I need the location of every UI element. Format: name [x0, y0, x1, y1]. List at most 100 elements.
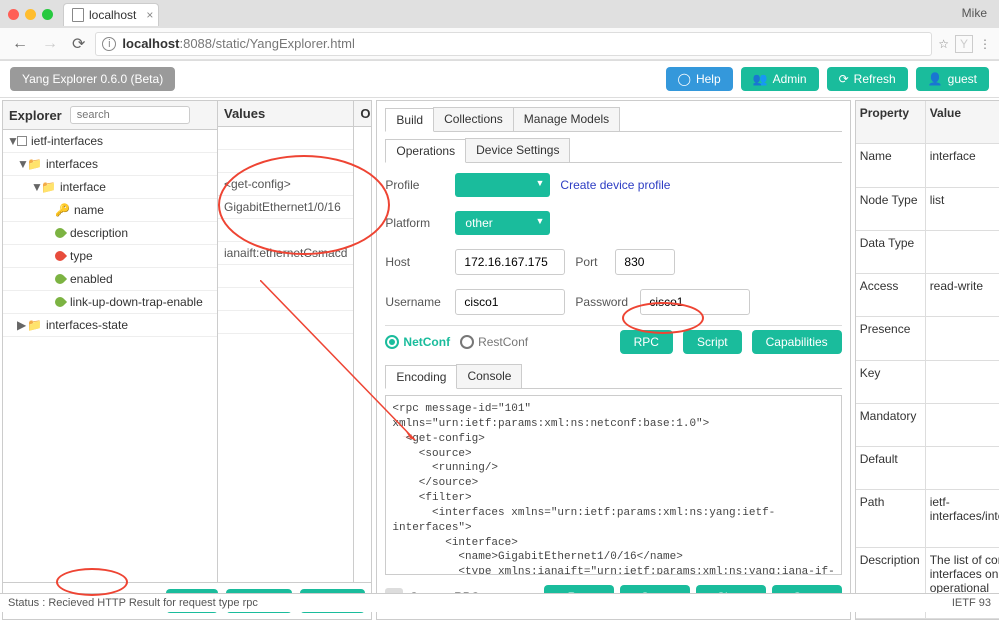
prop-cell: Mandatory	[856, 404, 926, 447]
username-input[interactable]	[455, 289, 565, 315]
url-host: localhost	[122, 36, 179, 51]
port-label: Port	[575, 255, 605, 269]
value-cell[interactable]	[218, 288, 353, 311]
value-cell[interactable]	[218, 127, 353, 150]
tab-encoding[interactable]: Encoding	[385, 365, 457, 389]
prop-cell	[926, 447, 999, 490]
prop-cell: Value	[926, 101, 999, 144]
main-tabs: Build Collections Manage Models	[385, 107, 841, 132]
restconf-radio[interactable]: RestConf	[460, 335, 528, 349]
ops-header: O	[354, 101, 371, 127]
value-cell[interactable]: GigabitEthernet1/0/16	[218, 196, 353, 219]
script-button[interactable]: Script	[683, 330, 742, 354]
tab-build[interactable]: Build	[385, 108, 434, 132]
prop-cell: Path	[856, 490, 926, 547]
extension-icon[interactable]: Y	[955, 35, 973, 53]
property-panel: PropertyValueNameinterfaceNode TypelistD…	[855, 100, 999, 620]
tab-title: localhost	[89, 8, 136, 22]
rpc-output[interactable]: <rpc message-id="101" xmlns="urn:ietf:pa…	[385, 395, 841, 575]
prop-cell: Presence	[856, 317, 926, 360]
host-input[interactable]	[455, 249, 565, 275]
yang-tree[interactable]: ▼ietf-interfaces▼📁interfaces▼📁interface🔑…	[3, 130, 217, 337]
tab-collections[interactable]: Collections	[433, 107, 514, 131]
prop-cell: read-write	[926, 274, 999, 317]
password-label: Password	[575, 295, 630, 309]
search-input[interactable]	[70, 106, 190, 124]
close-icon[interactable]: ×	[146, 8, 153, 22]
prop-cell: interface	[926, 144, 999, 187]
prop-cell: Key	[856, 361, 926, 404]
forward-button: →	[38, 33, 62, 55]
refresh-icon: ⟳	[839, 72, 849, 86]
browser-right-controls: ☆ Y ⋮	[938, 35, 991, 53]
capabilities-button[interactable]: Capabilities	[752, 330, 842, 354]
profile-select[interactable]	[455, 173, 550, 197]
github-icon: ◯	[678, 72, 691, 86]
window-controls[interactable]	[8, 9, 53, 20]
prop-cell: Access	[856, 274, 926, 317]
tree-row[interactable]: ▼📁interfaces	[3, 153, 217, 176]
info-icon[interactable]: i	[102, 37, 116, 51]
tree-row[interactable]: ▼ietf-interfaces	[3, 130, 217, 153]
username-label: Username	[385, 295, 445, 309]
tab-manage-models[interactable]: Manage Models	[513, 107, 620, 131]
platform-select[interactable]: other	[455, 211, 550, 235]
back-button[interactable]: ←	[8, 33, 32, 55]
main-layout: Explorer ▼ietf-interfaces▼📁interfaces▼📁i…	[0, 98, 999, 622]
browser-tab[interactable]: localhost ×	[63, 3, 159, 26]
guest-button[interactable]: 👤guest	[916, 67, 989, 91]
value-cell[interactable]	[218, 265, 353, 288]
tree-row[interactable]: type	[3, 245, 217, 268]
status-text: Status : Recieved HTTP Result for reques…	[8, 597, 258, 609]
reload-button[interactable]: ⟳	[68, 32, 89, 56]
prop-cell	[926, 361, 999, 404]
values-header: Values	[218, 101, 353, 127]
prop-cell	[926, 404, 999, 447]
tree-row[interactable]: link-up-down-trap-enable	[3, 291, 217, 314]
profile-label: Profile	[385, 178, 445, 192]
status-bar: Status : Recieved HTTP Result for reques…	[0, 593, 999, 612]
prop-cell	[926, 317, 999, 360]
prop-cell: list	[926, 188, 999, 231]
value-cell[interactable]	[218, 150, 353, 173]
help-button[interactable]: ◯Help	[666, 67, 733, 91]
prop-cell: ietf-interfaces/interfaces/interface	[926, 490, 999, 547]
tab-operations[interactable]: Operations	[385, 139, 466, 163]
tree-row[interactable]: ▼📁interface	[3, 176, 217, 199]
users-icon: 👥	[753, 72, 768, 86]
value-cell[interactable]	[218, 311, 353, 334]
rpc-button[interactable]: RPC	[620, 330, 673, 354]
tab-device-settings[interactable]: Device Settings	[465, 138, 570, 162]
sub-tabs: Operations Device Settings	[385, 138, 841, 163]
build-panel: Build Collections Manage Models Operatio…	[376, 100, 850, 620]
value-cell[interactable]: ianaift:ethernetCsmacd	[218, 242, 353, 265]
profile-name[interactable]: Mike	[962, 6, 987, 20]
value-cell[interactable]: <get-config>	[218, 173, 353, 196]
tree-row[interactable]: description	[3, 222, 217, 245]
password-input[interactable]	[640, 289, 750, 315]
status-right: IETF 93	[952, 597, 991, 609]
page-icon	[72, 8, 84, 22]
tab-bar: localhost ×	[0, 0, 999, 28]
prop-cell: Default	[856, 447, 926, 490]
url-field[interactable]: i localhost:8088/static/YangExplorer.htm…	[95, 32, 932, 56]
admin-button[interactable]: 👥Admin	[741, 67, 819, 91]
port-input[interactable]	[615, 249, 675, 275]
output-tabs: Encoding Console	[385, 364, 841, 389]
create-profile-link[interactable]: Create device profile	[560, 178, 670, 192]
menu-icon[interactable]: ⋮	[979, 37, 991, 51]
value-cell[interactable]	[218, 219, 353, 242]
prop-cell	[926, 231, 999, 274]
tab-console[interactable]: Console	[456, 364, 522, 388]
star-icon[interactable]: ☆	[938, 37, 949, 51]
tree-row[interactable]: ▶📁interfaces-state	[3, 314, 217, 337]
tree-row[interactable]: enabled	[3, 268, 217, 291]
netconf-radio[interactable]: NetConf	[385, 335, 450, 349]
explorer-title: Explorer	[9, 108, 62, 123]
host-label: Host	[385, 255, 445, 269]
prop-cell: Name	[856, 144, 926, 187]
tree-row[interactable]: 🔑name	[3, 199, 217, 222]
refresh-button[interactable]: ⟳Refresh	[827, 67, 908, 91]
address-bar: ← → ⟳ i localhost:8088/static/YangExplor…	[0, 28, 999, 60]
browser-chrome: Mike localhost × ← → ⟳ i localhost:8088/…	[0, 0, 999, 61]
